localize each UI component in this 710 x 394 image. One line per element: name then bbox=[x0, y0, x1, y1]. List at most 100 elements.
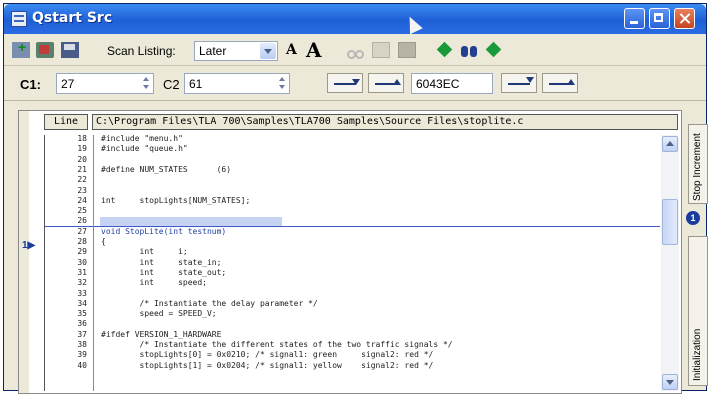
vertical-scrollbar[interactable] bbox=[661, 135, 679, 391]
line-number: 23 bbox=[77, 185, 87, 195]
line-number: 29 bbox=[77, 247, 87, 257]
initialization-tab[interactable]: Initialization bbox=[688, 236, 708, 386]
mouse-pointer-icon bbox=[403, 13, 423, 35]
c1-label: C1: bbox=[20, 77, 41, 92]
code-line[interactable]: 35 speed = SPEED_V; bbox=[45, 310, 660, 318]
source-panel: 1▶ Line C:\Program Files\TLA 700\Samples… bbox=[18, 110, 682, 394]
source-text: int stopLights[NUM_STATES]; bbox=[101, 195, 251, 205]
c2-label: C2 bbox=[163, 77, 180, 92]
maximize-button[interactable] bbox=[649, 8, 670, 29]
c1-spinner-icon[interactable] bbox=[142, 76, 151, 91]
code-line[interactable]: 27 void StopLite(int testnum) bbox=[45, 226, 660, 236]
source-text: int speed; bbox=[101, 278, 207, 288]
cursor-toolbar: C1: 27 C2 61 6043EC bbox=[4, 66, 706, 101]
scroll-thumb[interactable] bbox=[662, 199, 678, 245]
code-line[interactable]: 36 bbox=[45, 320, 660, 328]
scan-listing-value: Later bbox=[199, 44, 227, 58]
code-line[interactable]: 20 bbox=[45, 155, 660, 164]
code-line[interactable]: 37 #ifdef VERSION_1_HARDWARE bbox=[45, 329, 660, 339]
c2-field[interactable]: 61 bbox=[184, 73, 290, 94]
line-number: 30 bbox=[77, 257, 87, 267]
source-text: int state_in; bbox=[101, 257, 222, 267]
cursor-next-button[interactable] bbox=[327, 73, 363, 93]
cursor-arrow-icon[interactable]: 1▶ bbox=[22, 240, 35, 251]
cursor-gutter: 1▶ bbox=[19, 111, 35, 393]
source-text: int i; bbox=[101, 247, 188, 257]
close-button[interactable] bbox=[674, 8, 695, 29]
line-number: 35 bbox=[77, 309, 87, 319]
code-line[interactable]: 38 /* Instantiate the different states o… bbox=[45, 341, 660, 349]
code-line[interactable]: 29 int i; bbox=[45, 248, 660, 256]
code-line[interactable]: 19 #include "queue.h" bbox=[45, 145, 660, 153]
source-path: C:\Program Files\TLA 700\Samples\TLA700 … bbox=[92, 114, 678, 130]
search-backward-button[interactable] bbox=[542, 73, 578, 93]
line-number: 32 bbox=[77, 278, 87, 288]
search-forward-button[interactable] bbox=[501, 73, 537, 93]
stop-increment-label: Stop Increment bbox=[692, 133, 703, 201]
source-code-view[interactable]: 18 #include "menu.h" 19 #include "queue.h" 2… bbox=[44, 135, 660, 391]
line-number: 19 bbox=[77, 144, 87, 154]
source-text: /* Instantiate the delay parameter */ bbox=[101, 298, 318, 308]
processor-icon[interactable] bbox=[36, 42, 54, 58]
line-number: 28 bbox=[77, 237, 87, 246]
code-line[interactable]: 31 int state_out; bbox=[45, 267, 660, 277]
source-text: int state_out; bbox=[101, 267, 227, 277]
line-number: 37 bbox=[77, 329, 87, 339]
line-number: 36 bbox=[77, 319, 87, 329]
line-column-header: Line bbox=[44, 114, 88, 130]
line-number: 34 bbox=[77, 298, 87, 308]
add-source-icon[interactable] bbox=[12, 39, 30, 58]
line-number: 40 bbox=[77, 360, 87, 370]
window-title: Qstart Src bbox=[32, 10, 113, 26]
find-icon[interactable] bbox=[460, 42, 478, 58]
line-number: 24 bbox=[77, 195, 87, 205]
c1-field[interactable]: 27 bbox=[56, 73, 154, 94]
decrease-font-button[interactable]: A bbox=[286, 42, 297, 58]
code-line[interactable]: 24 int stopLights[NUM_STATES]; bbox=[45, 195, 660, 205]
code-line[interactable]: 26 bbox=[45, 217, 660, 225]
scan-listing-label: Scan Listing: bbox=[107, 44, 176, 58]
minimize-button[interactable] bbox=[624, 8, 645, 29]
code-line[interactable]: 39 stopLights[0] = 0x0210; /* signal1: g… bbox=[45, 351, 660, 359]
title-bar[interactable]: Qstart Src bbox=[4, 4, 706, 35]
source-window-icon bbox=[11, 11, 27, 27]
line-number: 21 bbox=[77, 164, 87, 174]
source-text: #include "queue.h" bbox=[101, 144, 188, 154]
code-line[interactable]: 33 bbox=[45, 288, 660, 298]
scan-listing-select[interactable]: Later bbox=[194, 41, 278, 61]
go-up-icon[interactable] bbox=[436, 42, 454, 58]
paste-icon[interactable] bbox=[398, 42, 416, 58]
cursor-1-marker[interactable]: 1 bbox=[686, 211, 700, 225]
properties-icon[interactable] bbox=[61, 42, 79, 58]
line-number: 33 bbox=[77, 288, 87, 298]
code-line[interactable]: 22 bbox=[45, 176, 660, 184]
stop-increment-tab[interactable]: Stop Increment bbox=[688, 124, 708, 204]
code-line[interactable]: 18 #include "menu.h" bbox=[45, 135, 660, 143]
code-line[interactable]: 40 stopLights[1] = 0x0204; /* signal1: y… bbox=[45, 360, 660, 370]
increase-font-button[interactable]: A bbox=[306, 38, 322, 62]
chevron-down-icon[interactable] bbox=[260, 43, 276, 59]
go-down-icon[interactable] bbox=[485, 42, 503, 58]
code-line[interactable]: 28 { bbox=[45, 238, 660, 246]
c2-value: 61 bbox=[189, 77, 203, 91]
code-line[interactable]: 25 bbox=[45, 207, 660, 215]
scroll-up-icon[interactable] bbox=[662, 136, 678, 152]
line-number: 22 bbox=[77, 175, 87, 185]
cursor-prev-button[interactable] bbox=[368, 73, 404, 93]
search-value-field[interactable]: 6043EC bbox=[411, 73, 493, 94]
code-line[interactable]: 32 int speed; bbox=[45, 279, 660, 287]
scroll-down-icon[interactable] bbox=[662, 374, 678, 390]
cut-icon[interactable] bbox=[346, 42, 364, 59]
line-number: 38 bbox=[77, 340, 87, 349]
code-line[interactable]: 34 /* Instantiate the delay parameter */ bbox=[45, 298, 660, 308]
code-line[interactable]: 23 bbox=[45, 185, 660, 195]
code-line[interactable]: 21 #define NUM_STATES (6) bbox=[45, 164, 660, 174]
c2-spinner-icon[interactable] bbox=[278, 76, 287, 91]
source-text: void StopLite(int testnum) bbox=[101, 226, 227, 236]
initialization-label: Initialization bbox=[692, 328, 703, 381]
search-value: 6043EC bbox=[416, 77, 460, 91]
line-number: 39 bbox=[77, 350, 87, 360]
copy-icon[interactable] bbox=[372, 42, 390, 58]
code-line[interactable]: 30 int state_in; bbox=[45, 257, 660, 267]
source-text: stopLights[1] = 0x0204; /* signal1: yell… bbox=[101, 360, 434, 370]
